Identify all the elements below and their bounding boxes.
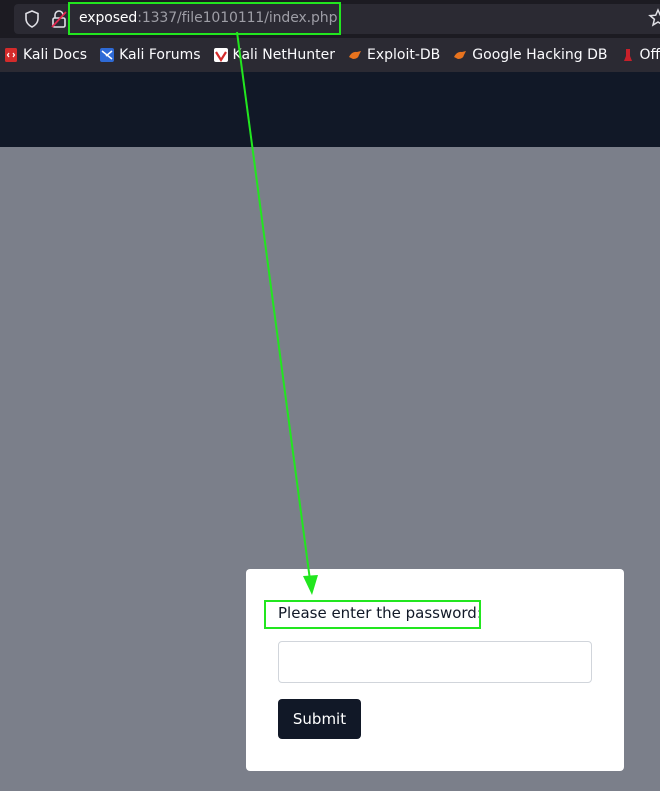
- bookmarks-toolbar: Kali Docs Kali Forums Kali NetHunter Exp…: [0, 38, 660, 72]
- bookmark-label: Kali Forums: [119, 47, 201, 63]
- kali-docs-icon: [5, 48, 17, 62]
- exploit-db-icon: [348, 51, 361, 59]
- bookmark-label: Exploit-DB: [366, 47, 441, 63]
- page-header: [0, 72, 660, 147]
- bookmark-google-hacking-db[interactable]: Google Hacking DB: [453, 47, 608, 63]
- google-hacking-db-icon: [454, 51, 467, 59]
- kali-forums-icon: [100, 48, 115, 62]
- tracking-protection-shield-icon[interactable]: [24, 10, 40, 28]
- offsec-icon: [623, 49, 632, 61]
- url-host: exposed: [79, 10, 138, 26]
- bookmark-label: Google Hacking DB: [472, 47, 608, 63]
- insecure-lock-icon[interactable]: [50, 9, 68, 29]
- browser-toolbar: exposed:1337/file1010111/index.php: [0, 0, 660, 38]
- bookmark-label: Kali NetHunter: [232, 47, 335, 63]
- submit-button[interactable]: Submit: [278, 699, 361, 739]
- password-form-card: Please enter the password: Submit: [246, 569, 624, 771]
- bookmark-label: Kali Docs: [23, 47, 88, 63]
- bookmark-star-icon[interactable]: [648, 8, 660, 28]
- bookmark-kali-docs[interactable]: Kali Docs: [4, 47, 87, 63]
- bookmark-label: OffSec: [639, 47, 660, 63]
- password-prompt-label: Please enter the password:: [278, 604, 482, 622]
- bookmark-kali-nethunter[interactable]: Kali NetHunter: [213, 47, 335, 63]
- bookmark-offsec[interactable]: OffSec: [621, 47, 660, 63]
- bookmark-kali-forums[interactable]: Kali Forums: [100, 47, 201, 63]
- password-input[interactable]: [278, 641, 592, 683]
- url-path: :1337/file1010111/index.php: [137, 10, 338, 26]
- url-text[interactable]: exposed:1337/file1010111/index.php: [79, 10, 337, 26]
- bookmark-exploit-db[interactable]: Exploit-DB: [348, 47, 440, 63]
- kali-nethunter-icon: [213, 48, 228, 62]
